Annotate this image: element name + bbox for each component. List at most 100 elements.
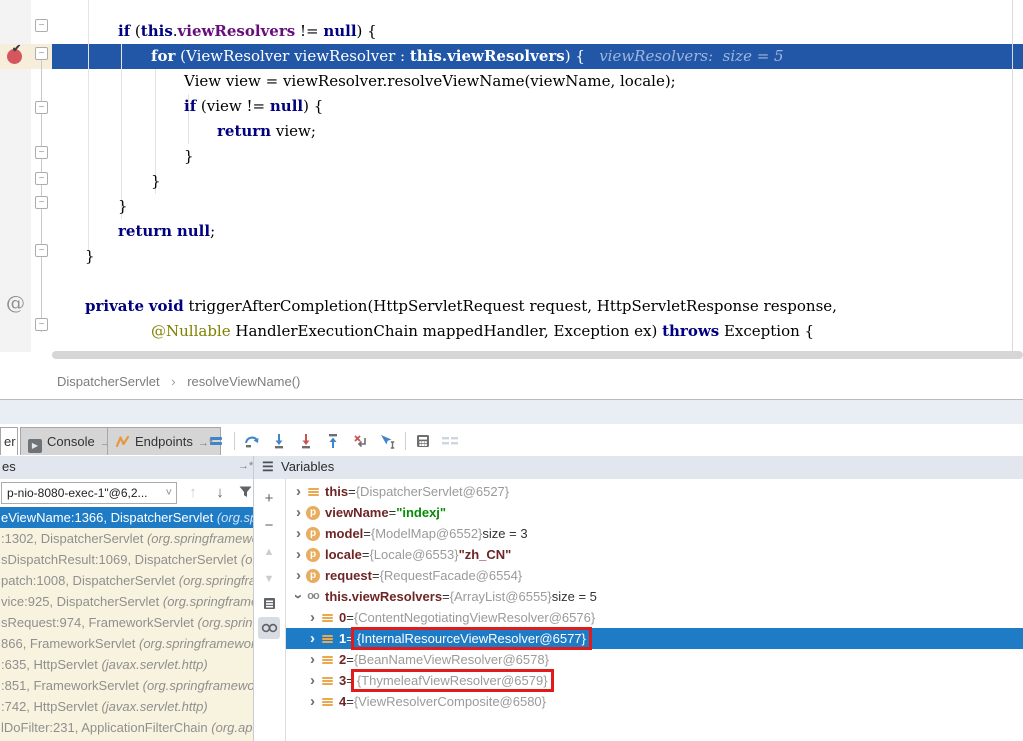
chevron-right-icon[interactable]: › (292, 565, 305, 586)
horizontal-scrollbar[interactable] (52, 351, 1023, 359)
code-editor[interactable]: if (this.viewResolvers != null) {for (Vi… (0, 0, 1023, 400)
code-line[interactable] (52, 269, 1023, 294)
fold-marker[interactable]: − (35, 172, 48, 185)
frames-list[interactable]: eViewName:1366, DispatcherServlet (org.s… (0, 507, 253, 741)
stack-frame-row[interactable]: :635, HttpServlet (javax.servlet.http) (0, 654, 253, 675)
variable-row[interactable]: ›oothis.viewResolvers = {ArrayList@6555}… (286, 586, 1023, 607)
code-line-text: } (52, 172, 161, 190)
fold-marker[interactable]: − (35, 196, 48, 209)
frame-package: (org (241, 552, 253, 567)
code-line[interactable]: View view = viewResolver.resolveViewName… (52, 69, 1023, 94)
force-step-into-icon[interactable] (295, 430, 317, 452)
copy-icon[interactable] (258, 592, 280, 614)
stack-frame-row[interactable]: 866, FrameworkServlet (org.springframewo… (0, 633, 253, 654)
thread-selector-dropdown[interactable]: p-nio-8080-exec-1"@6,2... ˅ (1, 482, 177, 504)
frame-text: :1302, DispatcherServlet (1, 531, 147, 546)
show-execution-point-icon[interactable] (205, 430, 227, 452)
chevron-down-icon[interactable]: › (288, 590, 309, 603)
drop-frame-icon[interactable] (349, 430, 371, 452)
stack-frame-row[interactable]: sDispatchResult:1069, DispatcherServlet … (0, 549, 253, 570)
code-line[interactable]: if (this.viewResolvers != null) { (52, 19, 1023, 44)
move-watch-up-icon[interactable]: ▲ (258, 541, 280, 563)
bar (308, 494, 319, 496)
variable-row[interactable]: ›0 = {ContentNegotiatingViewResolver@657… (286, 607, 1023, 628)
variables-tree[interactable]: ›this = {DispatcherServlet@6527}›pviewNa… (286, 479, 1023, 741)
variable-row[interactable]: ›prequest = {RequestFacade@6554} (286, 565, 1023, 586)
value-icon (322, 655, 333, 665)
variable-row[interactable]: ›4 = {ViewResolverComposite@6580} (286, 691, 1023, 712)
parameter-icon: p (306, 548, 320, 562)
code-line[interactable]: } (52, 144, 1023, 169)
variable-row[interactable]: ›2 = {BeanNameViewResolver@6578} (286, 649, 1023, 670)
chevron-right-icon[interactable]: › (306, 649, 319, 670)
add-watch-icon[interactable]: + (258, 487, 280, 509)
variable-row[interactable]: ›pmodel = {ModelMap@6552} size = 3 (286, 523, 1023, 544)
variable-row[interactable]: ›this = {DispatcherServlet@6527} (286, 481, 1023, 502)
step-over-icon[interactable] (241, 430, 263, 452)
run-to-cursor-icon[interactable] (376, 430, 398, 452)
breakpoint-icon[interactable]: ✔ (7, 49, 22, 64)
fold-marker[interactable]: − (35, 101, 48, 114)
stack-frame-row[interactable]: :742, HttpServlet (javax.servlet.http) (0, 696, 253, 717)
remove-watch-icon[interactable]: − (258, 514, 280, 536)
frame-package: (org.spr (217, 510, 253, 525)
fold-marker[interactable]: − (35, 47, 48, 60)
filter-frames-icon[interactable] (234, 482, 253, 504)
chevron-right-icon[interactable]: › (292, 544, 305, 565)
evaluate-expression-icon[interactable] (412, 430, 434, 452)
tab-debugger-partial[interactable]: er (0, 427, 18, 455)
code-line[interactable]: return view; (52, 119, 1023, 144)
code-token: ( (130, 22, 141, 40)
code-line[interactable]: if (view != null) { (52, 94, 1023, 119)
step-out-icon[interactable] (322, 430, 344, 452)
code-line[interactable]: } (52, 194, 1023, 219)
code-line[interactable]: } (52, 169, 1023, 194)
fold-marker[interactable]: − (35, 19, 48, 32)
variable-value: {InternalResourceViewResolver@6577} (357, 631, 586, 646)
param-icon: p (305, 569, 321, 583)
chevron-right-icon[interactable]: › (306, 691, 319, 712)
variable-value: {ModelMap@6552} (371, 523, 483, 544)
variable-row[interactable]: ›pviewName = "indexj" (286, 502, 1023, 523)
stack-frame-row[interactable]: lDoFilter:231, ApplicationFilterChain (o… (0, 717, 253, 738)
code-text[interactable]: if (this.viewResolvers != null) {for (Vi… (0, 0, 1023, 352)
step-into-icon[interactable] (268, 430, 290, 452)
pin-icon[interactable]: →* (238, 460, 253, 472)
stack-frame-row[interactable]: vice:925, DispatcherServlet (org.springf… (0, 591, 253, 612)
breadcrumb-method[interactable]: resolveViewName() (187, 374, 300, 389)
tab-endpoints[interactable]: Endpoints→* (107, 427, 221, 455)
code-line[interactable]: } (52, 244, 1023, 269)
variable-row[interactable]: ›1 = {InternalResourceViewResolver@6577} (286, 628, 1023, 649)
stack-frame-row[interactable]: sRequest:974, FrameworkServlet (org.spri… (0, 612, 253, 633)
variable-value: {RequestFacade@6554} (380, 565, 523, 586)
breadcrumb-class[interactable]: DispatcherServlet (57, 374, 160, 389)
move-watch-down-icon[interactable]: ▼ (258, 568, 280, 590)
bar (322, 659, 333, 661)
chevron-right-icon[interactable]: › (292, 481, 305, 502)
chevron-right-icon[interactable]: › (292, 502, 305, 523)
stack-frame-row[interactable]: :1302, DispatcherServlet (org.springfram… (0, 528, 253, 549)
variables-menu-icon[interactable]: ☰ (262, 459, 275, 475)
chevron-right-icon[interactable]: › (306, 607, 319, 628)
variable-row[interactable]: ›3 = {ThymeleafViewResolver@6579} (286, 670, 1023, 691)
code-line[interactable]: for (ViewResolver viewResolver : this.vi… (52, 44, 1023, 69)
code-line[interactable]: private void triggerAfterCompletion(Http… (52, 294, 1023, 319)
stack-frame-row[interactable]: :851, FrameworkServlet (org.springframew… (0, 675, 253, 696)
variable-row[interactable]: ›plocale = {Locale@6553} "zh_CN" (286, 544, 1023, 565)
show-watches-icon[interactable] (258, 617, 280, 639)
code-line[interactable]: @Nullable HandlerExecutionChain mappedHa… (52, 319, 1023, 344)
stack-frame-row[interactable]: patch:1008, DispatcherServlet (org.sprin… (0, 570, 253, 591)
inline-values-muted-icon[interactable] (439, 430, 461, 452)
frame-up-icon[interactable]: ↑ (182, 482, 204, 504)
chevron-right-icon[interactable]: › (306, 628, 319, 649)
code-token: throws (662, 322, 719, 340)
chevron-right-icon[interactable]: › (292, 523, 305, 544)
code-line[interactable]: return null; (52, 219, 1023, 244)
equals-sign: = (346, 649, 354, 670)
frame-down-icon[interactable]: ↓ (209, 482, 231, 504)
fold-marker[interactable]: − (35, 318, 48, 331)
stack-frame-row[interactable]: eViewName:1366, DispatcherServlet (org.s… (0, 507, 253, 528)
fold-marker[interactable]: − (35, 146, 48, 159)
fold-marker[interactable]: − (35, 244, 48, 257)
chevron-right-icon[interactable]: › (306, 670, 319, 691)
